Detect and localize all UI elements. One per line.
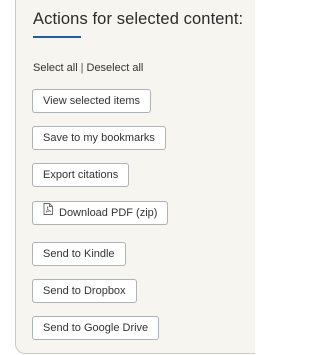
title-underline [33, 36, 81, 38]
export-citations-label: Export citations [43, 169, 119, 181]
send-to-google-drive-label: Send to Google Drive [43, 322, 149, 334]
deselect-all-link[interactable]: Deselect all [87, 62, 144, 74]
actions-panel: Actions for selected content: Select all… [15, 0, 255, 354]
send-to-dropbox-label: Send to Dropbox [43, 285, 126, 297]
export-citations-button[interactable]: Export citations [32, 163, 130, 187]
download-pdf-button[interactable]: Download PDF (zip) [32, 201, 169, 225]
panel-title: Actions for selected content: [33, 10, 244, 28]
pdf-file-icon [43, 201, 53, 223]
send-to-kindle-button[interactable]: Send to Kindle [32, 242, 126, 266]
send-to-google-drive-button[interactable]: Send to Google Drive [32, 316, 160, 340]
download-pdf-label: Download PDF (zip) [59, 207, 158, 219]
view-selected-items-button[interactable]: View selected items [32, 89, 152, 113]
save-to-bookmarks-label: Save to my bookmarks [43, 132, 155, 144]
save-to-bookmarks-button[interactable]: Save to my bookmarks [32, 126, 166, 150]
selection-links: Select all | Deselect all [33, 62, 143, 74]
select-all-link[interactable]: Select all [33, 62, 78, 74]
send-to-kindle-label: Send to Kindle [43, 248, 115, 260]
link-separator: | [80, 62, 84, 74]
send-to-dropbox-button[interactable]: Send to Dropbox [32, 279, 137, 303]
view-selected-items-label: View selected items [43, 95, 141, 107]
